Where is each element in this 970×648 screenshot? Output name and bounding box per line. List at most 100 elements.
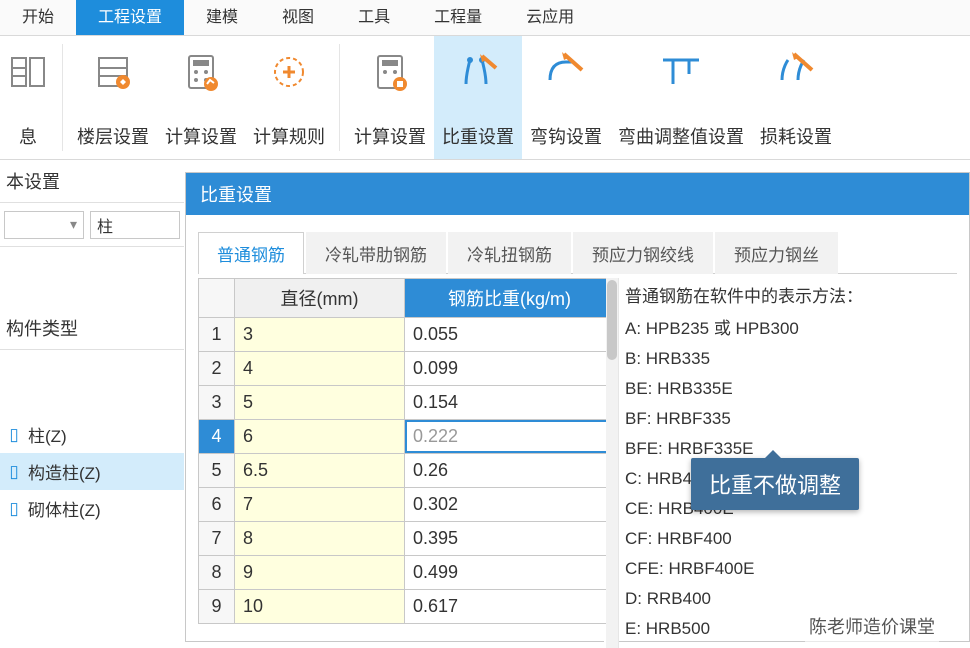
cell-index: 5 [199, 454, 235, 488]
table-row[interactable]: 7 8 0.395 [199, 522, 615, 556]
menu-item-3[interactable]: 视图 [260, 0, 336, 35]
cell-weight[interactable]: 0.154 [405, 386, 615, 420]
table-row[interactable]: 5 6.5 0.26 [199, 454, 615, 488]
menu-item-0[interactable]: 开始 [0, 0, 76, 35]
col-diameter-header[interactable]: 直径(mm) [235, 279, 405, 318]
ribbon-floor[interactable]: 楼层设置 [69, 36, 157, 159]
menu-item-6[interactable]: 云应用 [504, 0, 596, 35]
component-tree: ▯ 柱(Z)▯ 构造柱(Z)▯ 砌体柱(Z) [0, 410, 184, 533]
cell-weight[interactable]: 0.302 [405, 488, 615, 522]
weight-input[interactable] [405, 420, 614, 453]
legend-line: BE: HRB335E [625, 374, 951, 404]
ribbon-label: 比重设置 [442, 123, 514, 149]
ribbon-loss[interactable]: 损耗设置 [752, 36, 840, 159]
menu-item-2[interactable]: 建模 [184, 0, 260, 35]
category-toolbar: ▾ 柱 [0, 203, 184, 247]
cell-diameter[interactable]: 4 [235, 352, 405, 386]
tree-item-0[interactable]: ▯ 柱(Z) [0, 416, 184, 453]
tab-3[interactable]: 预应力钢绞线 [573, 232, 713, 274]
menu-item-5[interactable]: 工程量 [412, 0, 504, 35]
col-index-header [199, 279, 235, 318]
callout-tooltip: 比重不做调整 [691, 458, 859, 510]
tree-item-label: 砌体柱(Z) [28, 496, 101, 521]
ribbon-calc[interactable]: 计算设置 [157, 36, 245, 159]
ribbon-basic-info[interactable]: 息 [0, 36, 56, 159]
ribbon-label: 计算设置 [165, 123, 237, 149]
tree-item-label: 构造柱(Z) [28, 459, 101, 484]
cell-weight[interactable]: 0.26 [405, 454, 615, 488]
panel-wrap: 比重设置 普通钢筋冷轧带肋钢筋冷轧扭钢筋预应力钢绞线预应力钢丝 直径(mm) 钢… [185, 160, 970, 648]
cell-diameter[interactable]: 3 [235, 318, 405, 352]
tree-item-1[interactable]: ▯ 构造柱(Z) [0, 453, 184, 490]
menu-item-1[interactable]: 工程设置 [76, 0, 184, 35]
hook-icon [542, 48, 590, 96]
col-weight-header[interactable]: 钢筋比重(kg/m) [405, 279, 615, 318]
cell-diameter[interactable]: 6.5 [235, 454, 405, 488]
ribbon-label: 计算规则 [253, 123, 325, 149]
basic-info-icon [4, 48, 52, 96]
cell-weight[interactable]: 0.499 [405, 556, 615, 590]
table-row[interactable]: 1 3 0.055 [199, 318, 615, 352]
ribbon: 息 楼层设置 计算设置 计算规则 计算设置 比重设置 弯钩设置 弯曲调整值设置 … [0, 36, 970, 160]
cell-diameter[interactable]: 8 [235, 522, 405, 556]
ribbon-label: 损耗设置 [760, 123, 832, 149]
cell-weight[interactable]: 0.099 [405, 352, 615, 386]
ribbon-label: 息 [19, 123, 37, 149]
cell-diameter[interactable]: 5 [235, 386, 405, 420]
cell-weight[interactable]: 0.055 [405, 318, 615, 352]
calc-icon [177, 48, 225, 96]
ribbon-bend-adj[interactable]: 弯曲调整值设置 [610, 36, 752, 159]
weight-icon [454, 48, 502, 96]
cell-index: 4 [199, 420, 235, 454]
ribbon-separator [339, 44, 340, 151]
legend-line: BF: HRBF335 [625, 404, 951, 434]
ribbon-hook[interactable]: 弯钩设置 [522, 36, 610, 159]
tree-item-2[interactable]: ▯ 砌体柱(Z) [0, 490, 184, 527]
menu-item-4[interactable]: 工具 [336, 0, 412, 35]
table-scrollbar-thumb[interactable] [607, 280, 617, 360]
loss-icon [772, 48, 820, 96]
cell-diameter[interactable]: 10 [235, 590, 405, 624]
calc-rule-icon [265, 48, 313, 96]
table-row[interactable]: 6 7 0.302 [199, 488, 615, 522]
ribbon-calc-rule[interactable]: 计算规则 [245, 36, 333, 159]
tab-1[interactable]: 冷轧带肋钢筋 [306, 232, 446, 274]
legend-line: CF: HRBF400 [625, 524, 951, 554]
cell-diameter[interactable]: 9 [235, 556, 405, 590]
table-row[interactable]: 4 6 [199, 420, 615, 454]
cell-weight[interactable]: 0.395 [405, 522, 615, 556]
section-basic-settings: 本设置 [0, 160, 184, 203]
ribbon-label: 计算设置 [354, 123, 426, 149]
section-component-type: 构件类型 [0, 307, 184, 350]
ribbon-separator [62, 44, 63, 151]
cell-diameter[interactable]: 7 [235, 488, 405, 522]
cell-index: 3 [199, 386, 235, 420]
cell-weight[interactable]: 0.617 [405, 590, 615, 624]
tab-4[interactable]: 预应力钢丝 [715, 232, 838, 274]
small-dropdown[interactable]: ▾ [4, 211, 84, 239]
table-row[interactable]: 8 9 0.499 [199, 556, 615, 590]
legend-line: B: HRB335 [625, 344, 951, 374]
category-dropdown[interactable]: 柱 [90, 211, 180, 239]
watermark: 陈老师造价课堂 [805, 612, 939, 642]
table-row[interactable]: 3 5 0.154 [199, 386, 615, 420]
table-scrollbar[interactable] [606, 278, 618, 648]
ribbon-weight[interactable]: 比重设置 [434, 36, 522, 159]
ribbon-label: 弯曲调整值设置 [618, 123, 744, 149]
cell-index: 9 [199, 590, 235, 624]
table-row[interactable]: 2 4 0.099 [199, 352, 615, 386]
table-row[interactable]: 9 10 0.617 [199, 590, 615, 624]
legend-line: A: HPB235 或 HPB300 [625, 314, 951, 344]
weight-table: 直径(mm) 钢筋比重(kg/m) 1 3 0.0552 4 0.0993 5 … [198, 278, 615, 624]
left-panel: 本设置 ▾ 柱 构件类型 ▯ 柱(Z)▯ 构造柱(Z)▯ 砌体柱(Z) [0, 160, 185, 648]
tab-0[interactable]: 普通钢筋 [198, 232, 304, 274]
tab-2[interactable]: 冷轧扭钢筋 [448, 232, 571, 274]
ribbon-calc2[interactable]: 计算设置 [346, 36, 434, 159]
legend-title: 普通钢筋在软件中的表示方法： [625, 282, 951, 312]
cell-index: 8 [199, 556, 235, 590]
cell-diameter[interactable]: 6 [235, 420, 405, 454]
masonry-icon: ▯ [4, 499, 24, 519]
floor-icon [89, 48, 137, 96]
calc2-icon [366, 48, 414, 96]
dialog-body: 普通钢筋冷轧带肋钢筋冷轧扭钢筋预应力钢绞线预应力钢丝 直径(mm) 钢筋比重(k… [186, 215, 969, 648]
